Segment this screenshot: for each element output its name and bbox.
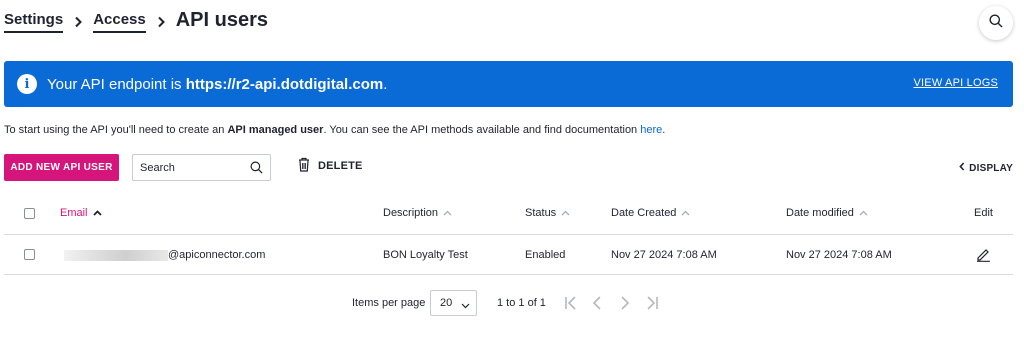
items-per-page-select[interactable]: 20 <box>430 290 477 316</box>
description-header-label: Description <box>383 207 439 219</box>
date-created-header-label: Date Created <box>611 207 677 219</box>
search-icon <box>989 14 1003 33</box>
search-input[interactable] <box>140 161 245 174</box>
display-label: DISPLAY <box>969 162 1013 174</box>
api-endpoint-url: https://r2-api.dotdigital.com <box>185 75 384 93</box>
email-domain: @apiconnector.com <box>168 249 266 261</box>
intro-part3: . <box>662 124 666 136</box>
date-created-cell: Nov 27 2024 7:08 AM <box>611 249 717 261</box>
sort-ascending-icon <box>92 210 102 216</box>
column-header-email[interactable]: Email <box>60 207 102 219</box>
page-title: API users <box>175 9 268 31</box>
first-page-icon[interactable] <box>564 295 578 316</box>
table-header: Email Description Status Date Created Da… <box>4 193 1013 235</box>
view-api-logs-link[interactable]: VIEW API LOGS <box>913 77 998 89</box>
status-header-label: Status <box>525 207 557 219</box>
api-endpoint-banner: i Your API endpoint is https://r2-api.do… <box>4 61 1013 107</box>
sort-icon <box>443 210 452 216</box>
display-toggle-button[interactable]: DISPLAY <box>959 162 1013 174</box>
banner-message: Your API endpoint is https://r2-api.dotd… <box>47 76 387 93</box>
intro-part2: . You can see the API methods available … <box>323 124 641 136</box>
items-per-page-label: Items per page <box>352 297 426 309</box>
column-header-date-modified[interactable]: Date modified <box>786 207 868 219</box>
add-new-api-user-button[interactable]: ADD NEW API USER <box>4 154 119 181</box>
email-header-label: Email <box>60 207 88 219</box>
column-header-status[interactable]: Status <box>525 207 570 219</box>
row-select-checkbox[interactable] <box>24 249 35 260</box>
next-page-icon[interactable] <box>620 295 630 316</box>
intro-text: To start using the API you'll need to cr… <box>4 124 665 136</box>
documentation-link[interactable]: here <box>640 124 662 136</box>
items-per-page-value: 20 <box>440 297 453 309</box>
api-users-table: Email Description Status Date Created Da… <box>4 193 1013 275</box>
chevron-right-icon <box>74 16 83 28</box>
info-icon: i <box>17 74 37 94</box>
breadcrumb-access[interactable]: Access <box>93 11 146 33</box>
last-page-icon[interactable] <box>645 295 659 316</box>
chevron-right-icon <box>157 16 165 28</box>
column-header-date-created[interactable]: Date Created <box>611 207 690 219</box>
select-all-checkbox[interactable] <box>24 208 35 219</box>
edit-icon[interactable] <box>976 247 991 262</box>
global-search-button[interactable] <box>979 6 1013 40</box>
page-range: 1 to 1 of 1 <box>497 297 546 309</box>
sort-icon <box>681 210 690 216</box>
date-modified-cell: Nov 27 2024 7:08 AM <box>786 249 892 261</box>
breadcrumb-settings[interactable]: Settings <box>4 11 64 33</box>
email-cell: @apiconnector.com <box>64 249 265 261</box>
table-row[interactable]: @apiconnector.com BON Loyalty Test Enabl… <box>4 235 1013 275</box>
intro-part1: To start using the API you'll need to cr… <box>4 124 228 136</box>
redacted-email-username <box>64 249 168 261</box>
previous-page-icon[interactable] <box>592 295 602 316</box>
column-header-description[interactable]: Description <box>383 207 452 219</box>
chevron-left-icon <box>959 162 965 174</box>
status-cell: Enabled <box>525 249 566 261</box>
date-modified-header-label: Date modified <box>786 207 854 219</box>
breadcrumb: Settings Access API users <box>4 9 268 33</box>
chevron-down-icon <box>461 300 470 312</box>
delete-label: DELETE <box>318 160 363 172</box>
pagination: Items per page 20 1 to 1 of 1 <box>0 290 1024 316</box>
banner-text-suffix: . <box>383 75 388 93</box>
search-icon <box>250 161 263 179</box>
intro-bold: API managed user <box>227 124 324 136</box>
trash-icon <box>298 157 310 175</box>
banner-text-prefix: Your API endpoint is <box>47 75 186 93</box>
sort-icon <box>561 210 570 216</box>
sort-icon <box>859 210 868 216</box>
description-cell: BON Loyalty Test <box>383 249 468 261</box>
delete-button[interactable]: DELETE <box>298 157 363 175</box>
column-header-edit: Edit <box>974 207 993 219</box>
search-field <box>132 154 271 181</box>
